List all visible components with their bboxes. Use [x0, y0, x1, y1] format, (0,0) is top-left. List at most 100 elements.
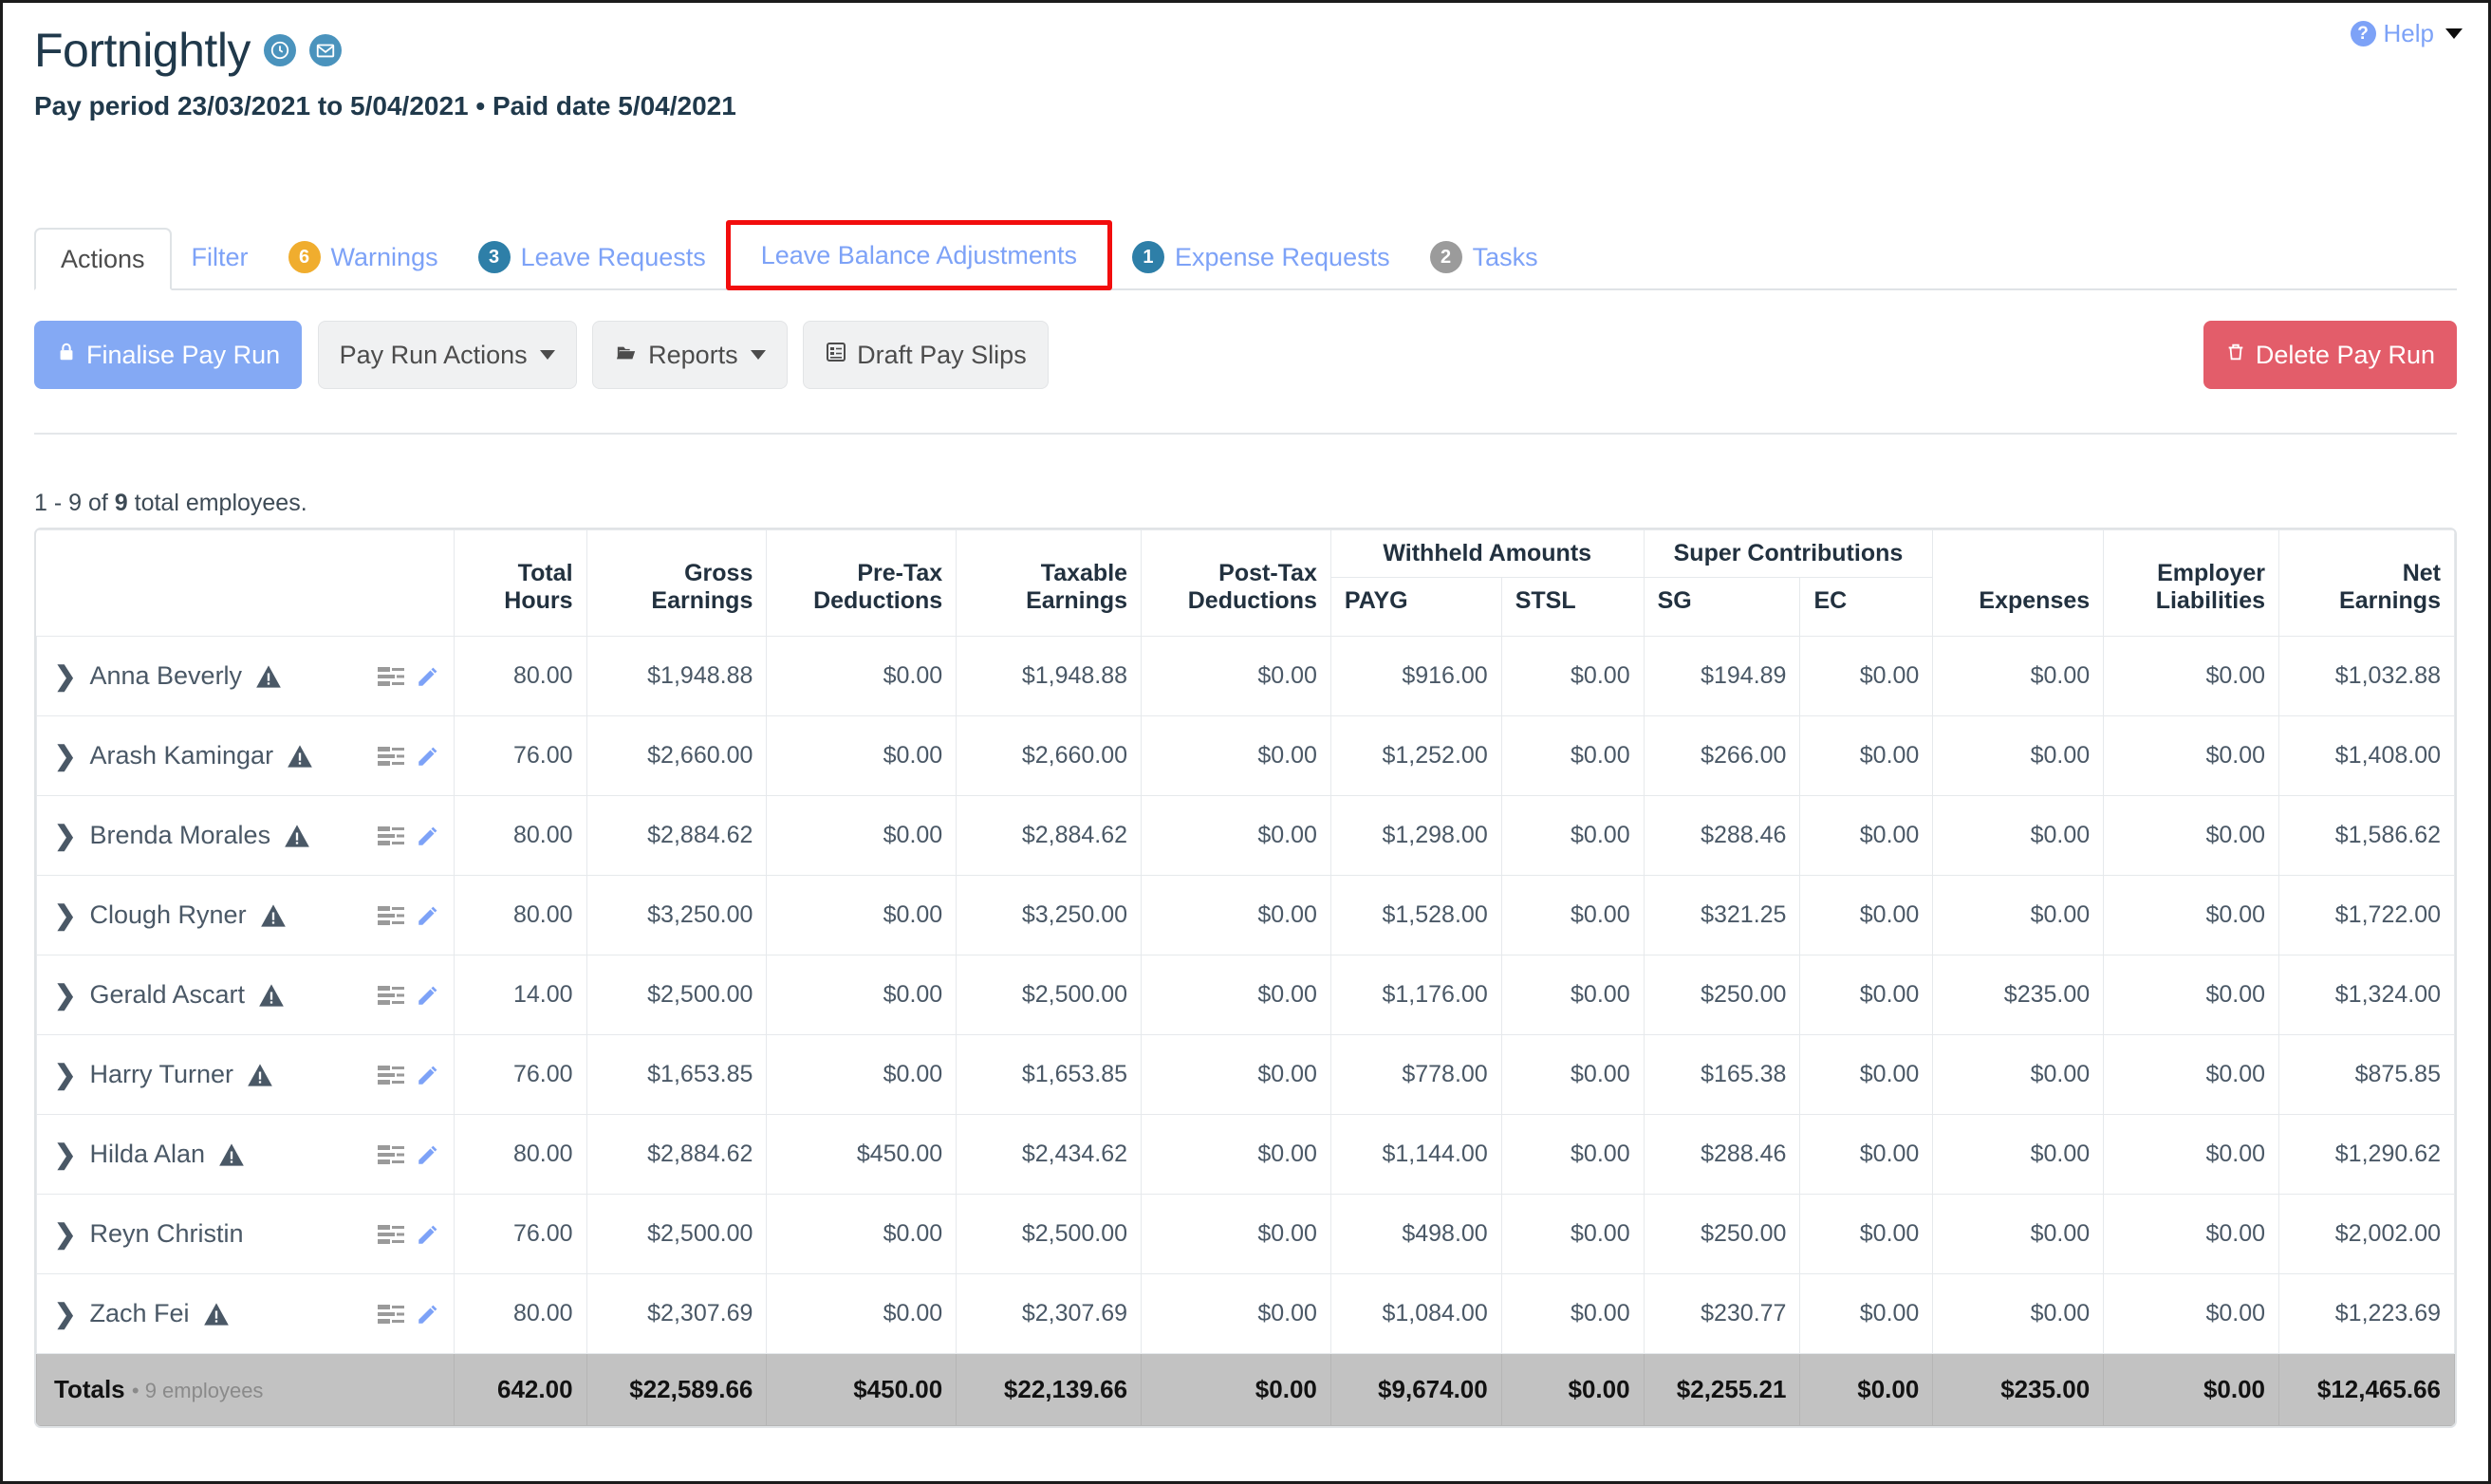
toolbar-divider — [34, 433, 2457, 435]
leave-requests-count-badge: 3 — [477, 241, 511, 273]
pay-slip-lines-icon[interactable] — [377, 825, 406, 847]
cell-expenses: $0.00 — [1932, 1114, 2105, 1195]
table-row: ❯ Zach Fei 80.00 $2,307.69 $0.00 $2,307.69 $0.… — [36, 1273, 2455, 1354]
cell-post-tax-deductions: $0.00 — [1141, 1114, 1331, 1195]
cell-stsl: $0.00 — [1500, 875, 1645, 955]
expand-chevron-icon[interactable]: ❯ — [54, 662, 76, 690]
draft-pay-slips-button[interactable]: Draft Pay Slips — [803, 321, 1049, 389]
expand-chevron-icon[interactable]: ❯ — [54, 822, 76, 849]
pay-slip-lines-icon[interactable] — [377, 665, 406, 688]
cell-net-earnings: $2,002.00 — [2278, 1194, 2455, 1274]
warning-triangle-icon[interactable] — [260, 903, 287, 928]
cell-total-hours: 80.00 — [453, 636, 587, 716]
reports-button[interactable]: Reports — [592, 321, 788, 389]
expand-chevron-icon[interactable]: ❯ — [54, 1220, 76, 1248]
tab-expense-requests[interactable]: 1 Expense Requests — [1112, 226, 1410, 288]
expand-chevron-icon[interactable]: ❯ — [54, 1061, 76, 1088]
pay-slip-lines-icon[interactable] — [377, 1143, 406, 1166]
page-header: Fortnightly Pay period 23/03/2021 to 5/0… — [34, 23, 736, 121]
cell-payg: $498.00 — [1329, 1194, 1502, 1274]
edit-pencil-icon[interactable] — [416, 903, 440, 928]
employee-cell: ❯ Reyn Christin — [36, 1194, 455, 1274]
cell-sg: $165.38 — [1643, 1034, 1801, 1115]
cell-taxable-earnings: $2,500.00 — [956, 1194, 1143, 1274]
edit-pencil-icon[interactable] — [416, 664, 440, 689]
employee-cell: ❯ Arash Kamingar — [36, 715, 455, 796]
expand-chevron-icon[interactable]: ❯ — [54, 981, 76, 1009]
tab-filter[interactable]: Filter — [172, 226, 269, 288]
table-body: ❯ Anna Beverly 80.00 $1,948.88 $0.00 $1,948.8… — [36, 636, 2455, 1354]
tab-leave-balance-adjustments[interactable]: Leave Balance Adjustments — [725, 220, 1112, 290]
cell-gross-earnings: $2,660.00 — [586, 715, 768, 796]
expand-chevron-icon[interactable]: ❯ — [54, 1141, 76, 1168]
warning-triangle-icon[interactable] — [203, 1302, 230, 1326]
pay-slip-lines-icon[interactable] — [377, 1303, 406, 1326]
cell-taxable-earnings: $2,884.62 — [956, 795, 1143, 876]
cell-payg: $1,528.00 — [1329, 875, 1502, 955]
clock-icon[interactable] — [263, 34, 296, 66]
cell-stsl: $0.00 — [1500, 1194, 1645, 1274]
tab-warnings[interactable]: 6 Warnings — [269, 226, 458, 288]
tab-actions[interactable]: Actions — [34, 228, 172, 290]
pay-slip-lines-icon[interactable] — [377, 1223, 406, 1246]
warning-triangle-icon[interactable] — [258, 983, 285, 1008]
cell-employer-liabilities: $0.00 — [2103, 715, 2280, 796]
page-title: Fortnightly — [34, 24, 251, 77]
help-link[interactable]: ? Help — [2350, 19, 2463, 48]
pay-period-subtitle: Pay period 23/03/2021 to 5/04/2021 • Pai… — [34, 91, 736, 121]
app-content: ? Help Fortnightly Pay period 23/03/2021… — [6, 6, 2485, 1478]
cell-stsl: $0.00 — [1500, 715, 1645, 796]
cell-net-earnings: $1,408.00 — [2278, 715, 2455, 796]
pay-slip-lines-icon[interactable] — [377, 984, 406, 1007]
tab-leave-requests-label: Leave Requests — [520, 242, 706, 271]
finalise-pay-run-label: Finalise Pay Run — [86, 340, 281, 369]
cell-stsl: $0.00 — [1500, 1114, 1645, 1195]
totals-taxable-earnings: $22,139.66 — [956, 1353, 1143, 1426]
warning-triangle-icon[interactable] — [218, 1142, 245, 1167]
tab-leave-balance-adjustments-label: Leave Balance Adjustments — [760, 240, 1077, 269]
cell-total-hours: 80.00 — [453, 1273, 587, 1354]
finalise-pay-run-button[interactable]: Finalise Pay Run — [34, 321, 303, 389]
col-taxable-earnings-l2: Earnings — [1026, 587, 1128, 614]
pay-slip-lines-icon[interactable] — [377, 745, 406, 768]
warning-triangle-icon[interactable] — [284, 824, 310, 848]
pay-run-actions-button[interactable]: Pay Run Actions — [317, 321, 577, 389]
cell-post-tax-deductions: $0.00 — [1141, 715, 1331, 796]
chevron-down-icon — [750, 350, 766, 360]
cell-net-earnings: $1,722.00 — [2278, 875, 2455, 955]
edit-pencil-icon[interactable] — [416, 1063, 440, 1087]
app-window: ? Help Fortnightly Pay period 23/03/2021… — [0, 0, 2491, 1484]
cell-post-tax-deductions: $0.00 — [1141, 795, 1331, 876]
expand-chevron-icon[interactable]: ❯ — [54, 1300, 76, 1327]
tab-tasks[interactable]: 2 Tasks — [1410, 226, 1558, 288]
title-row: Fortnightly — [34, 23, 736, 78]
chevron-down-icon — [539, 350, 555, 360]
cell-expenses: $0.00 — [1932, 715, 2105, 796]
edit-pencil-icon[interactable] — [416, 1222, 440, 1247]
tab-leave-requests[interactable]: 3 Leave Requests — [458, 226, 726, 288]
pay-slip-lines-icon[interactable] — [377, 1064, 406, 1086]
cell-sg: $288.46 — [1643, 795, 1801, 876]
delete-pay-run-button[interactable]: Delete Pay Run — [2203, 321, 2457, 389]
edit-pencil-icon[interactable] — [416, 1142, 440, 1167]
pay-slip-lines-icon[interactable] — [377, 904, 406, 927]
warning-triangle-icon[interactable] — [287, 744, 313, 769]
warning-triangle-icon[interactable] — [255, 664, 282, 689]
count-suffix: total employees. — [127, 490, 307, 516]
expand-chevron-icon[interactable]: ❯ — [54, 742, 76, 770]
edit-pencil-icon[interactable] — [416, 983, 440, 1008]
cell-ec: $0.00 — [1799, 1034, 1934, 1115]
employee-name-row: ❯ Hilda Alan — [54, 1140, 440, 1169]
totals-net-earnings: $12,465.66 — [2278, 1353, 2455, 1426]
cell-post-tax-deductions: $0.00 — [1141, 636, 1331, 716]
expand-chevron-icon[interactable]: ❯ — [54, 901, 76, 929]
edit-pencil-icon[interactable] — [416, 744, 440, 769]
envelope-icon[interactable] — [308, 34, 342, 66]
totals-ec: $0.00 — [1799, 1353, 1934, 1426]
warning-triangle-icon[interactable] — [247, 1063, 273, 1087]
cell-employer-liabilities: $0.00 — [2103, 1194, 2280, 1274]
edit-pencil-icon[interactable] — [416, 1302, 440, 1326]
col-pre-tax-deductions-l1: Pre-Tax — [857, 560, 943, 586]
edit-pencil-icon[interactable] — [416, 824, 440, 848]
row-action-group — [377, 1142, 440, 1167]
